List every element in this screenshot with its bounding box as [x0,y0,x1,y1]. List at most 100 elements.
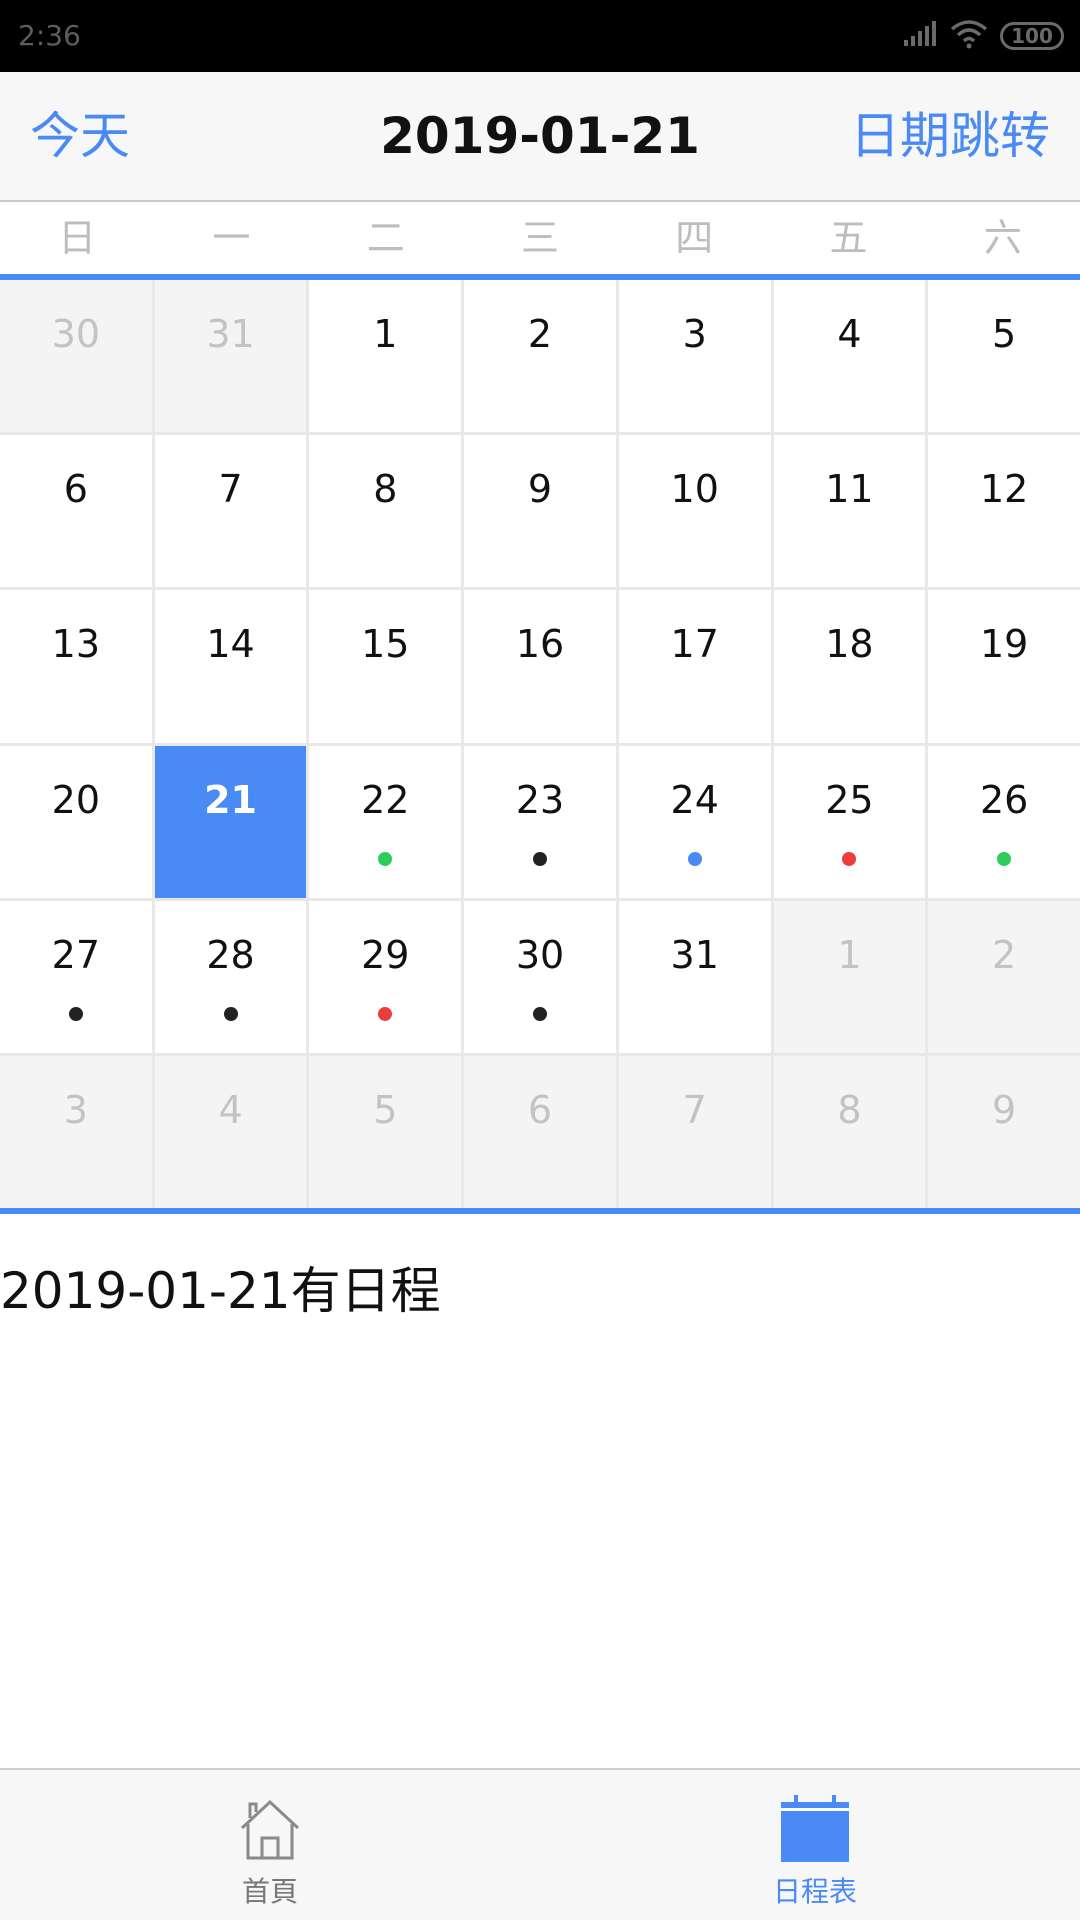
calendar-day[interactable]: 25 [773,745,926,898]
day-number: 8 [837,1087,862,1132]
calendar-day[interactable]: 14 [154,590,307,743]
day-number: 17 [670,622,719,667]
calendar-day-other-month[interactable]: 5 [309,1055,462,1208]
nav-schedule-tab[interactable]: 日程表 [715,1770,915,1920]
calendar-day[interactable]: 11 [773,435,926,588]
day-number: 14 [206,622,255,667]
calendar-day-other-month[interactable]: 1 [773,900,926,1053]
calendar-day-other-month[interactable]: 6 [464,1055,616,1208]
calendar-day[interactable]: 3 [618,280,771,433]
calendar-day-other-month[interactable]: 8 [773,1055,926,1208]
calendar-day[interactable]: 15 [309,590,462,743]
date-jump-button[interactable]: 日期跳转 [850,104,1050,168]
calendar-day[interactable]: 10 [618,435,771,588]
day-number: 21 [204,777,257,822]
calendar-day[interactable]: 19 [928,590,1080,743]
day-number: 7 [218,467,243,512]
event-dot [842,851,857,866]
calendar-day[interactable]: 18 [773,590,926,743]
calendar-day[interactable]: 22 [309,745,462,898]
calendar-day[interactable]: 31 [618,900,771,1053]
calendar-day[interactable]: 17 [618,590,771,743]
app-root: 2:36 100 今天 2019-01-21 日期跳转 日 一 二 三 四 五 … [0,0,1080,1920]
calendar-day[interactable]: 1 [309,280,462,433]
event-dot [68,1006,83,1021]
calendar-day[interactable]: 12 [928,435,1080,588]
day-number: 31 [206,312,255,356]
calendar-day[interactable]: 30 [464,900,616,1053]
schedule-summary: 2019-01-21有日程 [0,1262,441,1320]
weekday-wed: 三 [520,216,559,260]
event-dot [378,1006,393,1021]
calendar-day[interactable]: 28 [154,900,307,1053]
calendar-day-other-month[interactable]: 3 [0,1055,152,1208]
calendar-day[interactable]: 27 [0,900,152,1053]
day-number: 3 [682,312,707,356]
calendar-day[interactable]: 20 [0,745,152,898]
bottom-navigation: 首頁 日程表 [0,1768,1080,1920]
day-number: 12 [979,467,1029,512]
day-number: 28 [206,932,255,977]
calendar-day[interactable]: 6 [0,435,152,588]
wifi-icon [950,19,988,53]
day-number: 22 [361,777,410,822]
day-number: 29 [361,932,410,977]
calendar-day[interactable]: 26 [928,745,1080,898]
calendar-day-other-month[interactable]: 4 [154,1055,307,1208]
day-number: 3 [63,1087,88,1132]
calendar-day[interactable]: 13 [0,590,152,743]
calendar-day[interactable]: 8 [309,435,462,588]
status-time: 2:36 [18,19,81,52]
day-number: 27 [51,932,101,977]
weekday-sat: 六 [983,216,1022,260]
calendar-header: 今天 2019-01-21 日期跳转 [0,72,1080,202]
day-number: 24 [670,777,719,822]
calendar-day-other-month[interactable]: 2 [928,900,1080,1053]
day-number: 6 [527,1087,553,1132]
calendar-day[interactable]: 23 [464,745,616,898]
calendar-bottom-divider [0,1208,1080,1214]
day-number: 19 [979,622,1029,667]
nav-home-label: 首頁 [241,1875,298,1908]
day-number: 2 [992,932,1017,977]
event-dot [997,851,1012,866]
calendar-day[interactable]: 7 [154,435,307,588]
weekday-mon: 一 [212,216,251,260]
day-number: 26 [979,777,1029,822]
day-number: 5 [992,312,1017,356]
day-number: 9 [992,1087,1017,1132]
calendar-day-other-month[interactable]: 7 [618,1055,771,1208]
calendar-day[interactable]: 9 [464,435,616,588]
event-dot [532,1006,547,1021]
weekday-tue: 二 [366,216,405,260]
calendar-day-other-month[interactable]: 31 [154,280,307,433]
day-number: 16 [515,622,565,667]
day-number: 20 [51,777,101,822]
day-number: 1 [373,312,398,356]
day-number: 8 [373,467,398,512]
event-dot [378,851,393,866]
calendar-day[interactable]: 16 [464,590,616,743]
battery-level: 100 [1011,24,1053,48]
event-dot [223,1006,238,1021]
calendar-day[interactable]: 29 [309,900,462,1053]
status-bar: 2:36 100 [0,0,1080,72]
event-dot [687,851,702,866]
day-number: 7 [682,1087,707,1132]
calendar-day-other-month[interactable]: 30 [0,280,152,433]
calendar-day[interactable]: 2 [464,280,616,433]
nav-home-tab[interactable]: 首頁 [170,1770,370,1920]
day-number: 13 [51,622,101,667]
day-number: 1 [837,932,862,977]
calendar-day-selected[interactable]: 21 [154,745,307,898]
calendar-day-other-month[interactable]: 9 [928,1055,1080,1208]
day-number: 4 [837,312,862,356]
calendar-icon [779,1792,851,1864]
day-number: 10 [670,467,719,512]
day-number: 15 [361,622,410,667]
calendar-day[interactable]: 4 [773,280,926,433]
weekday-thu: 四 [675,216,714,260]
calendar-day[interactable]: 24 [618,745,771,898]
calendar-day[interactable]: 5 [928,280,1080,433]
day-number: 11 [825,467,874,512]
